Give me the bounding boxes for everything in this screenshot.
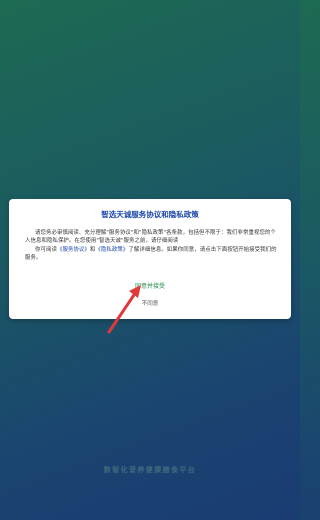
para2-prefix: 你可阅读 [35,246,57,253]
privacy-policy-link[interactable]: 《隐私政策》 [95,247,128,253]
dialog-paragraph-1: 请您务必审慎阅读、充分理解"服务协议"和"隐私政策"各条款，包括但不限于：我们非… [25,230,276,245]
privacy-dialog: 智选天诚服务协议和隐私政策 请您务必审慎阅读、充分理解"服务协议"和"隐私政策"… [9,199,291,319]
service-agreement-link[interactable]: 《服务协议》 [57,247,90,253]
dialog-paragraph-2: 你可阅读《服务协议》和《隐私政策》了解详细信息。如果你同意，请点击下面按钮开始接… [25,246,279,263]
agree-button[interactable]: 同意并接受 [9,281,291,290]
disagree-button[interactable]: 不同意 [9,299,291,307]
footer-tagline: 数智化营养健康膳食平台 [103,466,197,474]
dialog-body: 请您务必审慎阅读、充分理解"服务协议"和"隐私政策"各条款，包括但不限于：我们非… [25,229,279,262]
dialog-title: 智选天诚服务协议和隐私政策 [101,210,199,219]
arrow-icon [107,285,141,334]
